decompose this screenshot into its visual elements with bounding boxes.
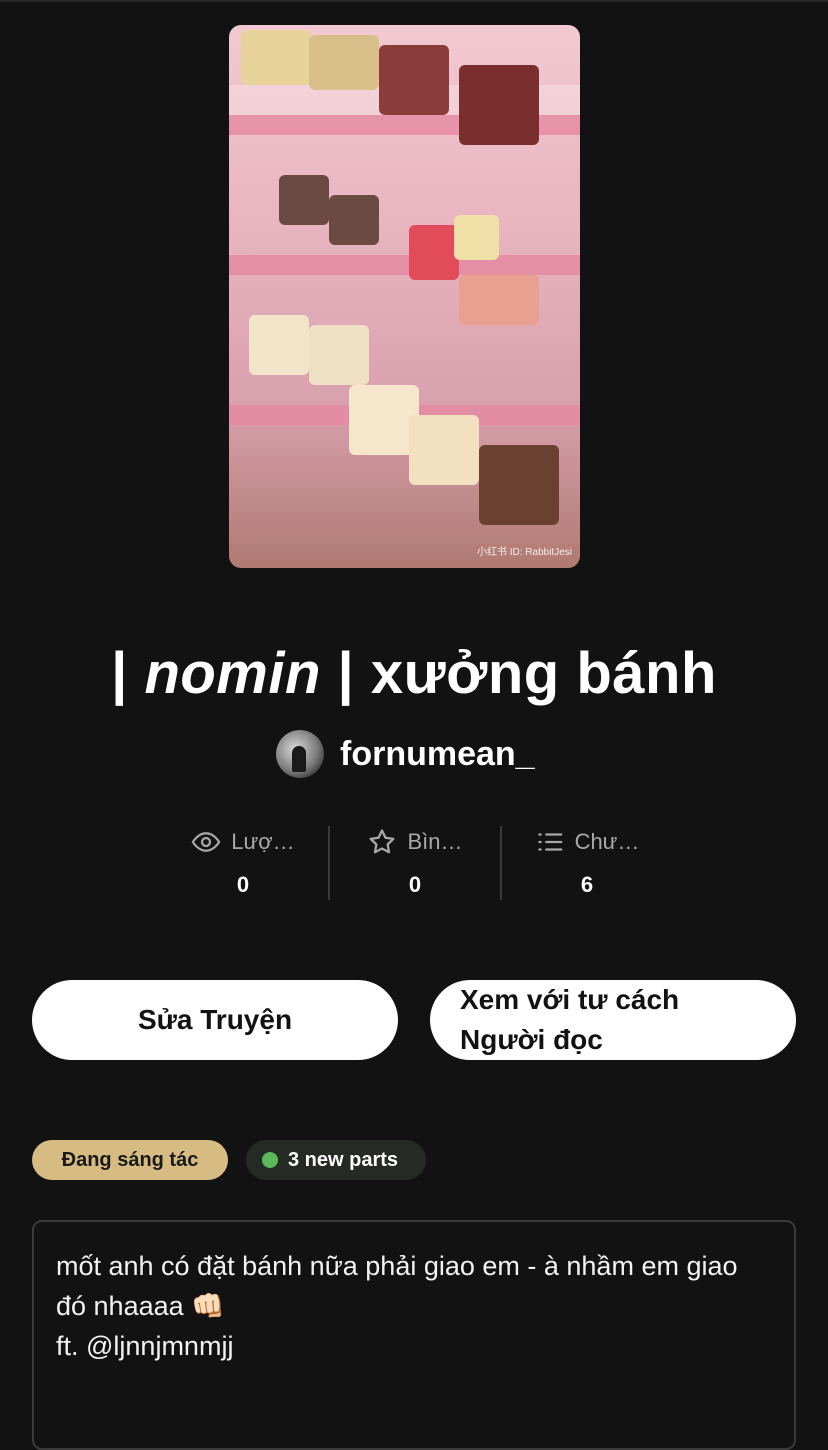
stat-parts-value: 6 (580, 872, 594, 897)
stat-reads-value: 0 (236, 872, 250, 897)
cover-watermark: 小红书 ID: RabbitJesi (476, 547, 572, 558)
status-badge: Đang sáng tác (32, 1140, 228, 1180)
new-parts-label: 3 new parts (288, 1148, 399, 1171)
new-indicator-dot-icon (262, 1152, 278, 1168)
eye-icon (191, 832, 221, 852)
top-divider (0, 0, 828, 2)
story-title: | nomin | xưởng bánh (111, 641, 717, 706)
stat-votes-label: Bìn… (407, 829, 463, 854)
description-text: mốt anh có đặt bánh nữa phải giao em - à… (56, 1251, 738, 1361)
stat-votes: Bìn… 0 (330, 826, 500, 900)
stat-parts: Chư… 6 (502, 826, 672, 900)
stat-votes-value: 0 (408, 872, 422, 897)
author-name[interactable]: fornumean_ (340, 735, 535, 774)
story-cover-image[interactable]: 小红书 ID: RabbitJesi (229, 25, 580, 568)
stat-reads: Lượ… 0 (158, 826, 328, 900)
author-row[interactable]: fornumean_ (276, 730, 535, 778)
story-stats: Lượ… 0 Bìn… 0 Chư… 6 (158, 826, 672, 900)
author-avatar[interactable] (276, 730, 324, 778)
star-icon (369, 829, 395, 854)
story-description: mốt anh có đặt bánh nữa phải giao em - à… (32, 1220, 796, 1450)
new-parts-badge: 3 new parts (246, 1140, 426, 1180)
view-as-reader-button[interactable]: Xem với tư cách Người đọc (430, 980, 796, 1060)
list-icon (537, 833, 562, 851)
edit-story-button[interactable]: Sửa Truyện (32, 980, 398, 1060)
stat-parts-label: Chư… (574, 829, 640, 854)
stat-reads-label: Lượ… (231, 829, 295, 854)
